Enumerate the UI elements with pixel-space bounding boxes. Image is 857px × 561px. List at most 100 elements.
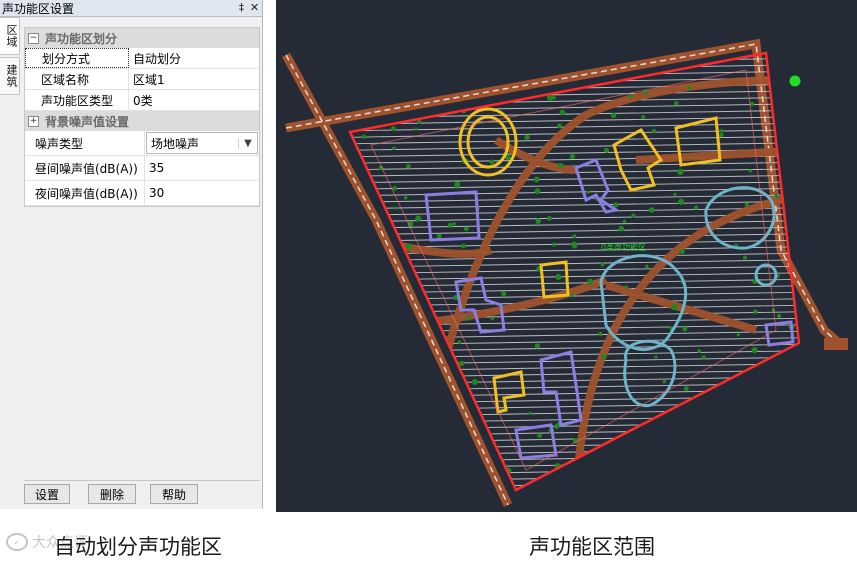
hatch-line xyxy=(350,356,799,366)
hatch-line xyxy=(350,304,799,314)
property-row-zone-type[interactable]: 声功能区类型 0类 xyxy=(25,90,259,111)
tree-icon xyxy=(374,451,382,458)
tree-icon xyxy=(683,386,689,392)
tree-icon xyxy=(662,379,667,384)
tree-icon xyxy=(779,446,786,453)
tree-icon xyxy=(392,185,398,191)
caption-right: 声功能区范围 xyxy=(529,535,655,559)
hatch-line xyxy=(350,142,799,151)
tree-icon xyxy=(628,94,633,99)
tree-icon xyxy=(748,169,752,173)
help-button[interactable]: 帮助 xyxy=(150,484,198,504)
tab-region[interactable]: 区域 xyxy=(0,17,20,55)
tree-icon xyxy=(776,313,782,318)
property-row-division-method[interactable]: 划分方式 自动划分 xyxy=(25,48,259,69)
tree-icon xyxy=(641,115,646,120)
division-method-value[interactable]: 自动划分 xyxy=(129,48,259,68)
dropdown-arrow-icon[interactable]: ▼ xyxy=(238,137,257,149)
tree-icon xyxy=(388,426,394,432)
tree-icon xyxy=(673,192,677,197)
day-noise-value[interactable]: 35 xyxy=(145,156,259,180)
tree-icon xyxy=(671,303,678,311)
noise-type-select[interactable]: 场地噪声 ▼ xyxy=(146,132,258,154)
hatch-line xyxy=(350,395,799,405)
hatch-line xyxy=(350,129,799,138)
tree-icon xyxy=(390,86,395,91)
tree-icon xyxy=(391,126,396,131)
tree-icon xyxy=(356,208,362,214)
hatch-line xyxy=(336,32,816,40)
tree-icon xyxy=(537,433,543,439)
tree-icon xyxy=(557,162,564,169)
close-icon[interactable]: ✕ xyxy=(248,1,261,14)
property-row-day-noise[interactable]: 昼间噪声值(dB(A)) 35 xyxy=(25,156,259,181)
tree-icon xyxy=(414,127,418,131)
tree-icon xyxy=(489,159,495,165)
tree-icon xyxy=(697,349,702,354)
hatch-line xyxy=(350,460,799,470)
category-background-noise[interactable]: + 背景噪声值设置 xyxy=(25,111,259,131)
tree-icon xyxy=(471,379,478,385)
watermark-logo-icon: ✓ xyxy=(6,533,28,551)
tree-icon xyxy=(744,202,749,207)
region-name-value[interactable]: 区域1 xyxy=(129,69,259,89)
hatch-line xyxy=(350,57,799,67)
tree-icon xyxy=(569,153,576,160)
tree-icon xyxy=(677,168,684,176)
tree-icon xyxy=(361,387,366,393)
tree-icon xyxy=(685,445,691,451)
property-row-region-name[interactable]: 区域名称 区域1 xyxy=(25,69,259,90)
hatch-line xyxy=(350,402,799,411)
cad-viewport[interactable]: 0类声功能区 xyxy=(276,0,857,512)
tab-building[interactable]: 建筑 xyxy=(0,57,20,95)
tree-icon xyxy=(426,58,433,65)
tree-icon xyxy=(412,62,418,69)
delete-button[interactable]: 删除 xyxy=(88,484,136,504)
tree-icon xyxy=(719,129,724,133)
category-title: 背景噪声值设置 xyxy=(45,114,130,129)
pin-icon[interactable]: ‡ xyxy=(235,1,248,14)
zone-type-value[interactable]: 0类 xyxy=(129,90,259,110)
category-zone-division[interactable]: − 声功能区划分 xyxy=(25,28,259,48)
tree-icon xyxy=(613,202,619,208)
collapse-icon[interactable]: − xyxy=(28,32,39,44)
tree-icon xyxy=(572,243,578,249)
tree-icon xyxy=(478,57,484,63)
tree-icon xyxy=(610,112,617,119)
button-bar: 设置 删除 帮助 xyxy=(24,480,260,507)
hatch-line xyxy=(350,64,799,73)
zone-label: 0类声功能区 xyxy=(601,242,646,252)
tree-icon xyxy=(460,243,466,249)
hatch-line xyxy=(350,259,799,268)
tree-icon xyxy=(436,233,442,239)
property-grid: − 声功能区划分 划分方式 自动划分 区域名称 区域1 声功能区类型 0类 + … xyxy=(24,27,260,207)
tree-icon xyxy=(353,262,359,267)
tree-icon xyxy=(751,347,758,354)
tree-icon xyxy=(393,206,398,210)
hatch-line xyxy=(350,109,799,119)
night-noise-value[interactable]: 30 xyxy=(145,181,259,205)
tree-icon xyxy=(357,375,363,380)
tree-icon xyxy=(693,205,699,210)
property-row-noise-type[interactable]: 噪声类型 场地噪声 ▼ xyxy=(25,131,259,156)
property-label: 区域名称 xyxy=(25,69,129,89)
tree-icon xyxy=(777,392,785,399)
expand-icon[interactable]: + xyxy=(28,115,39,127)
tree-icon xyxy=(645,264,649,269)
tree-icon xyxy=(679,249,685,255)
tree-icon xyxy=(753,309,758,314)
tree-icon xyxy=(631,213,636,218)
tree-icon xyxy=(744,455,749,461)
hatch-line xyxy=(350,421,799,431)
tree-icon xyxy=(534,188,541,195)
tree-icon xyxy=(743,255,747,260)
hatch-line xyxy=(350,480,799,489)
tree-icon xyxy=(674,101,679,106)
tree-icon xyxy=(461,79,466,84)
property-row-night-noise[interactable]: 夜间噪声值(dB(A)) 30 xyxy=(25,181,259,206)
tree-icon xyxy=(719,132,724,138)
tree-icon xyxy=(559,109,566,116)
marker-icon xyxy=(789,75,801,87)
set-button[interactable]: 设置 xyxy=(24,484,70,504)
tree-icon xyxy=(355,318,360,322)
